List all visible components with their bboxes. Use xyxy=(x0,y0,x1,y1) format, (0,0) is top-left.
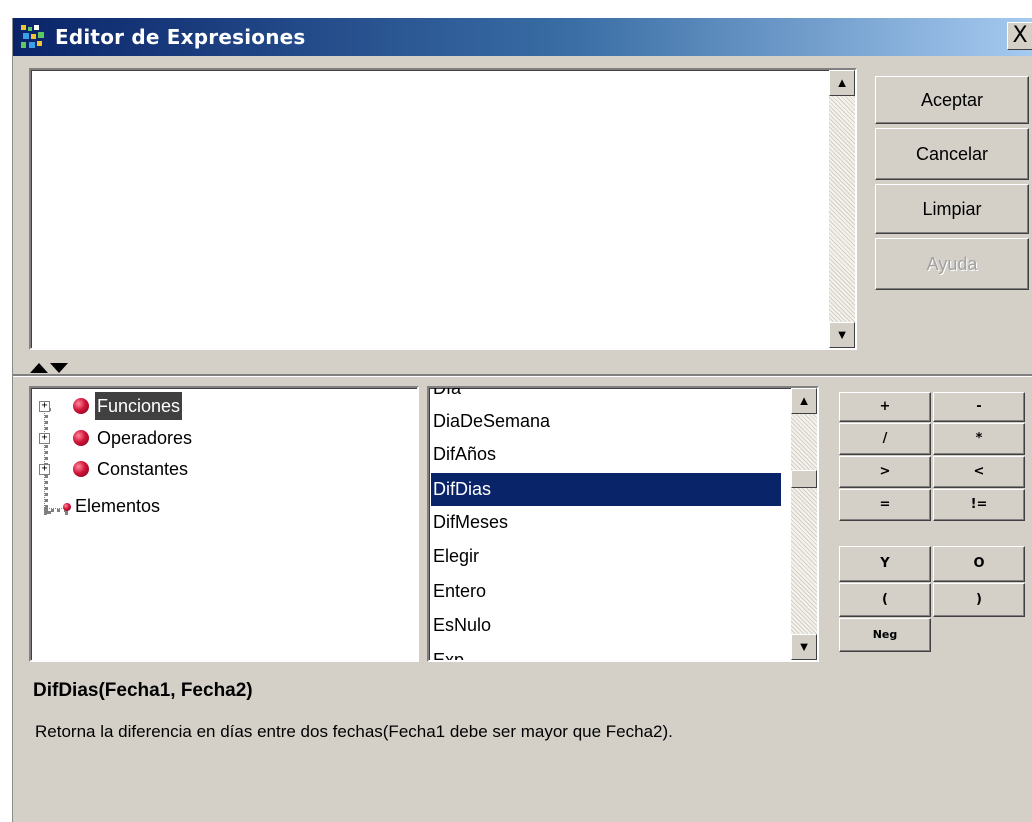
divide-button[interactable]: / xyxy=(839,423,931,455)
list-item[interactable]: Día xyxy=(431,388,781,405)
list-item[interactable]: EsNulo xyxy=(431,609,781,642)
greater-than-button[interactable]: > xyxy=(839,456,931,488)
equals-button[interactable]: = xyxy=(839,489,931,521)
expand-icon[interactable]: + xyxy=(39,401,50,412)
dot-icon xyxy=(63,503,71,511)
or-button[interactable]: O xyxy=(933,546,1025,582)
and-button[interactable]: Y xyxy=(839,546,931,582)
sphere-icon xyxy=(73,430,89,446)
sphere-icon xyxy=(73,461,89,477)
arrow-up-icon: ▲ xyxy=(835,75,849,90)
help-button[interactable]: Ayuda xyxy=(875,238,1029,290)
less-than-button[interactable]: < xyxy=(933,456,1025,488)
sphere-icon xyxy=(73,398,89,414)
tree-item-operadores[interactable]: + Operadores xyxy=(31,424,411,452)
title-bar[interactable]: Editor de Expresiones X xyxy=(13,18,1032,56)
clear-button[interactable]: Limpiar xyxy=(875,184,1029,234)
scroll-thumb[interactable] xyxy=(791,470,817,488)
tree-item-label: Funciones xyxy=(95,392,183,420)
window-title: Editor de Expresiones xyxy=(55,25,306,49)
scroll-up-button[interactable]: ▲ xyxy=(791,388,817,414)
scroll-down-button[interactable]: ▼ xyxy=(829,322,855,348)
tree-item-constantes[interactable]: + Constantes xyxy=(31,455,411,483)
expression-editor-window: Editor de Expresiones X ▲ ▼ Aceptar Canc… xyxy=(12,18,1032,822)
expression-scrollbar[interactable]: ▲ ▼ xyxy=(829,70,855,348)
list-item[interactable]: DiaDeSemana xyxy=(431,405,781,438)
category-tree[interactable]: + Funciones + Operadores + Constantes El… xyxy=(29,386,419,662)
list-item[interactable]: Elegir xyxy=(431,540,781,573)
function-list-scrollbar[interactable]: ▲ ▼ xyxy=(791,388,817,660)
tree-item-elementos[interactable]: Elementos xyxy=(31,492,411,520)
tree-item-funciones[interactable]: + Funciones xyxy=(31,392,411,420)
neg-button[interactable]: Neg xyxy=(839,618,931,652)
app-icon xyxy=(21,25,44,48)
tree-item-label: Operadores xyxy=(97,428,193,448)
close-icon: X xyxy=(1012,23,1028,48)
arrow-down-icon: ▼ xyxy=(835,327,849,342)
tree-item-label: Elementos xyxy=(75,496,161,516)
tree-item-label: Constantes xyxy=(97,459,189,479)
close-button[interactable]: X xyxy=(1007,22,1032,50)
list-item-selected[interactable]: DifDias xyxy=(431,473,781,506)
list-item[interactable]: DifMeses xyxy=(431,506,781,539)
minus-button[interactable]: - xyxy=(933,392,1025,422)
list-item[interactable]: Exp... xyxy=(431,644,781,660)
expand-icon[interactable]: + xyxy=(39,464,50,475)
function-description: Retorna la diferencia en días entre dos … xyxy=(35,722,673,741)
up-down-arrows-icon[interactable] xyxy=(29,360,71,374)
expression-textarea[interactable]: ▲ ▼ xyxy=(29,68,857,350)
expand-icon[interactable]: + xyxy=(39,433,50,444)
not-equals-button[interactable]: != xyxy=(933,489,1025,521)
list-item[interactable]: Entero xyxy=(431,575,781,608)
multiply-button[interactable]: * xyxy=(933,423,1025,455)
splitter-line[interactable] xyxy=(13,374,1032,377)
scroll-down-button[interactable]: ▼ xyxy=(791,634,817,660)
close-paren-button[interactable]: ) xyxy=(933,583,1025,617)
accept-button[interactable]: Aceptar xyxy=(875,76,1029,124)
list-item[interactable]: DifAños xyxy=(431,438,781,471)
open-paren-button[interactable]: ( xyxy=(839,583,931,617)
cancel-button[interactable]: Cancelar xyxy=(875,128,1029,180)
plus-button[interactable]: + xyxy=(839,392,931,422)
scroll-up-button[interactable]: ▲ xyxy=(829,70,855,96)
arrow-up-icon: ▲ xyxy=(797,393,811,408)
function-signature: DifDias(Fecha1, Fecha2) xyxy=(33,680,253,701)
arrow-down-icon: ▼ xyxy=(797,639,811,654)
function-list[interactable]: Día DiaDeSemana DifAños DifDias DifMeses… xyxy=(427,386,819,662)
